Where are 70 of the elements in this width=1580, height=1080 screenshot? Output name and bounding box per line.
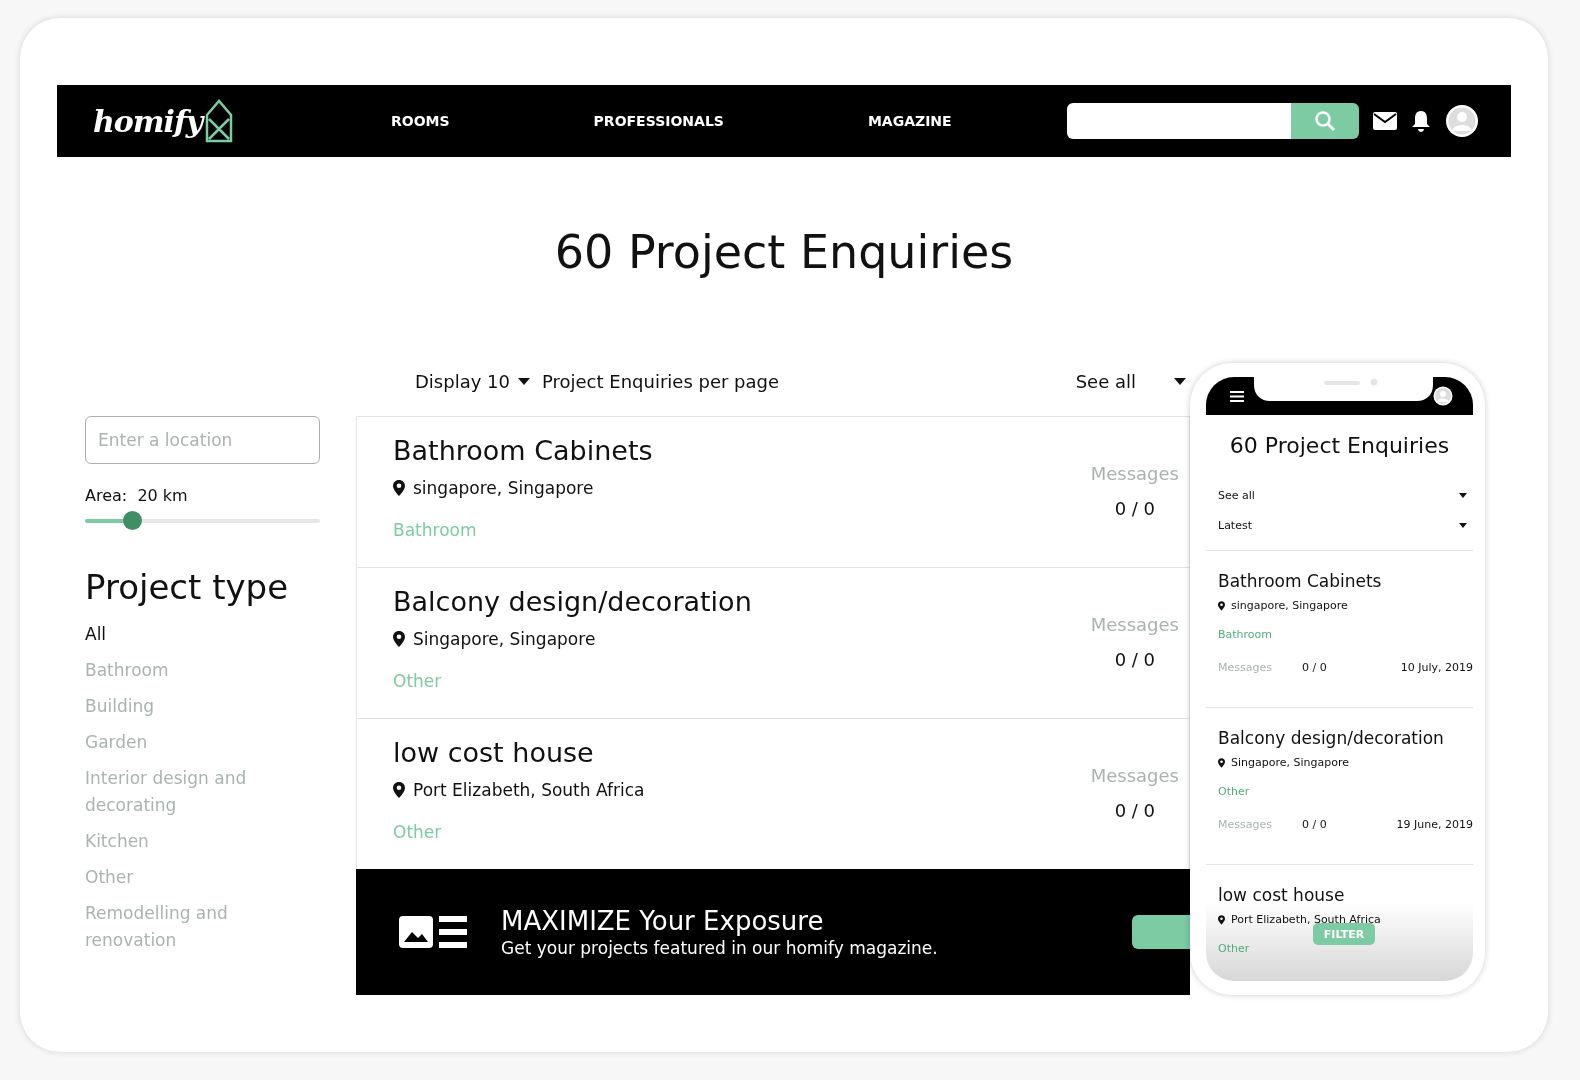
enquiry-category: Bathroom	[1218, 628, 1274, 641]
location-pin-icon	[1218, 600, 1225, 611]
nav-link[interactable]: ROOMS	[391, 113, 450, 129]
phone-enquiry-card[interactable]: Bathroom Cabinets singapore, Singapore Bathroom Messages 0 / 0 10 July, 2019	[1206, 551, 1473, 708]
banner-text: Get your projects featured in our homify magazine.	[501, 938, 938, 958]
messages-count: 0 / 0	[1113, 498, 1157, 519]
nav-link[interactable]: MAGAZINE	[867, 113, 952, 129]
search-icon	[1314, 110, 1336, 132]
messages-label: Messages	[1218, 661, 1273, 674]
enquiry-date: 10 July, 2019	[1400, 661, 1473, 674]
project-type-link[interactable]: All	[85, 621, 320, 648]
location-pin-icon	[1218, 757, 1225, 768]
messages-label: Messages	[1090, 765, 1179, 786]
avatar-icon[interactable]	[1445, 104, 1479, 138]
location-pin-icon	[1218, 914, 1225, 925]
enquiry-location: Singapore, Singapore	[413, 629, 596, 649]
area-slider[interactable]	[85, 511, 320, 531]
section-title: Project type	[85, 567, 290, 607]
mail-icon[interactable]	[1373, 112, 1397, 130]
enquiry-title: Balcony design/decoration	[393, 586, 753, 617]
avatar-icon[interactable]	[1433, 386, 1453, 406]
page-heading: 60 Project Enquiries	[553, 225, 1015, 281]
location-pin-icon	[393, 631, 405, 647]
caret-icon	[1174, 378, 1186, 385]
filter-dropdown[interactable]: See all	[1075, 371, 1186, 392]
slider-thumb[interactable]	[123, 511, 142, 530]
enquiry-category: Other	[393, 671, 443, 691]
area-label: Area: 20 km	[85, 486, 189, 505]
messages-count: 0 / 0	[1113, 649, 1157, 670]
caret-icon	[1459, 492, 1467, 498]
phone-dropdown[interactable]: Latest	[1206, 510, 1473, 540]
caret-icon	[518, 378, 530, 385]
enquiry-title: Bathroom Cabinets	[1218, 571, 1383, 591]
enquiry-title: Balcony design/decoration	[1218, 728, 1445, 748]
enquiry-category: Bathroom	[393, 520, 478, 540]
house-icon	[204, 97, 235, 145]
messages-label: Messages	[1218, 818, 1273, 831]
location-field[interactable]: Enter a location	[85, 416, 320, 464]
location-pin-icon	[393, 480, 405, 496]
enquiry-date: 19 June, 2019	[1396, 818, 1473, 831]
enquiry-title: low cost house	[1218, 885, 1346, 905]
enquiry-location: Port Elizabeth, South Africa	[1231, 913, 1381, 926]
menu-icon[interactable]	[1230, 390, 1244, 402]
enquiry-location: Port Elizabeth, South Africa	[413, 780, 645, 800]
bell-icon[interactable]	[1411, 110, 1431, 132]
messages-label: Messages	[1090, 614, 1179, 635]
phone-dropdown[interactable]: See all	[1206, 480, 1473, 510]
phone-heading: 60 Project Enquiries	[1228, 433, 1451, 458]
enquiry-category: Other	[1218, 942, 1251, 955]
enquiry-category: Other	[1218, 785, 1251, 798]
messages-count: 0 / 0	[1302, 818, 1327, 831]
caret-icon	[1459, 522, 1467, 528]
enquiry-location: Singapore, Singapore	[1231, 756, 1349, 769]
messages-count: 0 / 0	[1113, 800, 1157, 821]
enquiry-title: Bathroom Cabinets	[393, 435, 654, 466]
enquiry-location: singapore, Singapore	[1231, 599, 1348, 612]
location-pin-icon	[393, 782, 405, 798]
nav-link[interactable]: PROFESSIONALS	[593, 113, 724, 129]
logo-text[interactable]: homify	[93, 103, 203, 139]
enquiry-location: singapore, Singapore	[413, 478, 594, 498]
enquiry-category: Other	[393, 822, 443, 842]
search-field[interactable]	[1067, 103, 1291, 139]
messages-label: Messages	[1090, 463, 1179, 484]
per-page-label: Project Enquiries per page	[542, 371, 780, 392]
enquiry-title: low cost house	[393, 737, 595, 768]
phone-enquiry-card[interactable]: Balcony design/decoration Singapore, Singapore Other Messages 0 / 0 19 June, 2019	[1206, 708, 1473, 865]
messages-count: 0 / 0	[1302, 661, 1327, 674]
magazine-icon	[399, 914, 467, 950]
banner-title: MAXIMIZE Your Exposure	[501, 906, 825, 936]
per-page-dropdown[interactable]: Display 10	[415, 371, 530, 392]
